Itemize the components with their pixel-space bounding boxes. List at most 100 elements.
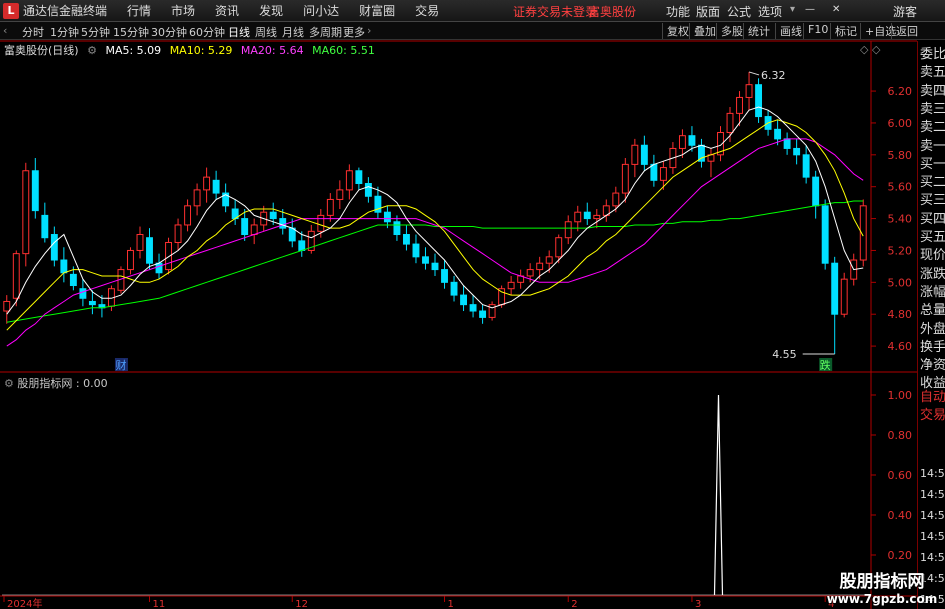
quote-panel: 委比 卖五 卖四 卖三 卖二 卖一 买一 买二 买三 买四 买五 现价 涨跌 涨幅 总量 外盘 换手 净资 收益 自动…: [917, 41, 945, 609]
candle: [783, 132, 791, 155]
candle-body: [621, 163, 629, 194]
candle-body: [364, 183, 372, 197]
candle-body: [812, 176, 820, 207]
candle: [812, 170, 820, 219]
candle: [31, 158, 39, 219]
candle-body: [574, 211, 582, 223]
candle: [60, 247, 68, 283]
candle: [755, 78, 763, 123]
candle: [488, 301, 496, 321]
quote-field-label: 买二: [920, 175, 945, 191]
candle-body: [326, 198, 334, 216]
candle-body: [60, 259, 68, 274]
candle: [574, 205, 582, 232]
candle: [222, 183, 230, 213]
collapse-icon[interactable]: ◇ ◇: [860, 43, 880, 56]
candle: [650, 154, 658, 187]
candle-body: [612, 192, 620, 207]
candle-body: [840, 278, 848, 315]
candle-body: [155, 262, 163, 274]
price-tick-label: 6.20: [888, 85, 913, 98]
candle-body: [659, 167, 667, 181]
ma20-value: MA20: 5.64: [240, 44, 304, 57]
quote-field-label: 14:56: [920, 530, 945, 543]
candle: [355, 167, 363, 190]
candle: [602, 199, 610, 222]
candle-body: [526, 269, 534, 277]
candle: [3, 295, 11, 324]
candle-body: [269, 211, 277, 220]
quote-field-label: 14:56: [920, 551, 945, 564]
candle-body: [12, 253, 20, 299]
candle-body: [345, 170, 353, 191]
indicator-tick-label: 1.00: [888, 389, 913, 402]
candle-body: [564, 221, 572, 239]
indicator-tick-label: 0.20: [888, 549, 913, 562]
watermark-url: www.7gpzb.com: [826, 592, 938, 606]
event-mark-die-label: 跌: [820, 358, 831, 372]
quote-field-label: 交易: [920, 408, 945, 423]
indicator-tick-label: 0.80: [888, 429, 913, 442]
candle-body: [412, 243, 420, 258]
candle: [593, 209, 601, 229]
price-tick-label: 4.60: [888, 340, 913, 353]
settings-icon[interactable]: ⚙: [87, 44, 97, 57]
quote-field-label: 14:56: [920, 488, 945, 501]
candle-body: [127, 249, 134, 271]
ma5-value: MA5: 5.09: [105, 44, 162, 57]
candle-body: [593, 214, 601, 220]
candle-body: [640, 144, 648, 165]
candle-body: [736, 96, 743, 114]
candle-body: [774, 128, 782, 140]
candle: [555, 234, 563, 264]
candle: [431, 253, 439, 276]
quote-field-label: 买五: [920, 230, 945, 245]
ma10-value: MA10: 5.29: [169, 44, 233, 57]
kline-chart[interactable]: 6.20 6.00 5.80 5.60 5.40 5.20 5.00 4.80 4.60 1.00…: [0, 0, 917, 609]
quote-field-label: 卖一: [920, 138, 945, 154]
candle: [165, 237, 172, 275]
candle-body: [79, 288, 87, 299]
candle: [507, 275, 515, 296]
price-tick-label: 4.80: [888, 308, 913, 321]
candle: [250, 218, 258, 245]
candle-body: [403, 234, 410, 245]
candle: [22, 162, 30, 267]
candle-body: [650, 163, 658, 181]
candle: [231, 199, 239, 225]
date-tick-label: 1: [448, 599, 454, 609]
candle-body: [583, 211, 591, 220]
candle-body: [279, 218, 287, 229]
candle-body: [193, 189, 201, 207]
candle: [840, 272, 848, 318]
indicator-tick-label: 0.60: [888, 469, 913, 482]
quote-field-label: 外盘: [920, 321, 945, 337]
candle: [412, 234, 420, 264]
candle-body: [783, 138, 791, 149]
candle: [364, 177, 372, 203]
candle: [146, 228, 153, 270]
candle-body: [469, 304, 477, 312]
candle-body: [793, 147, 801, 156]
indicator-panel: [2, 394, 868, 596]
date-axis: 2024年 11 12 1 2 3 4: [3, 596, 835, 609]
indicator-settings-icon[interactable]: ⚙: [4, 377, 14, 390]
indicator-label: 股朋指标网 : 0.00: [17, 377, 108, 390]
moving-average-lines: [6, 106, 864, 347]
price-tick-label: 6.00: [888, 117, 913, 130]
quote-field-label: 自动: [920, 390, 945, 405]
quote-field-label: 现价: [920, 248, 945, 264]
candle-body: [726, 112, 734, 134]
quote-field-label: 净资: [920, 358, 945, 374]
candle-body: [88, 300, 96, 306]
quote-field-label: 换手: [920, 339, 945, 355]
candle-body: [507, 281, 515, 290]
candle: [422, 247, 429, 270]
candle-body: [336, 189, 344, 200]
candle-body: [41, 214, 49, 239]
candle: [564, 215, 572, 245]
candle: [479, 304, 487, 324]
candle-body: [755, 84, 763, 118]
candle: [659, 161, 667, 190]
candle-body: [479, 310, 487, 318]
